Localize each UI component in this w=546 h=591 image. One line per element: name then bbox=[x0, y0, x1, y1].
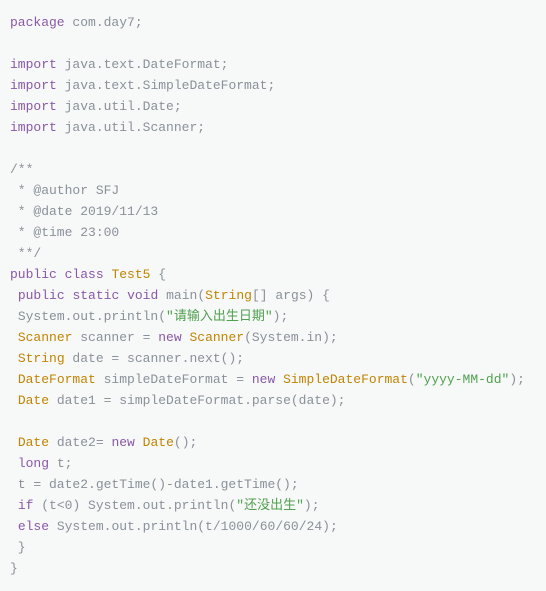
comment-date: * @date 2019/11/13 bbox=[10, 204, 158, 219]
comment-author: * @author SFJ bbox=[10, 183, 119, 198]
line-close-class: } bbox=[10, 561, 18, 576]
line-main-decl: public static void main(String[] args) { bbox=[10, 288, 330, 303]
line-import: import java.util.Date; bbox=[10, 99, 182, 114]
line-date1: Date date1 = simpleDateFormat.parse(date… bbox=[10, 393, 345, 408]
line-class-decl: public class Test5 { bbox=[10, 267, 166, 282]
code-block: package com.day7; import java.text.DateF… bbox=[10, 12, 536, 579]
line-close-main: } bbox=[10, 540, 26, 555]
line-import: import java.util.Scanner; bbox=[10, 120, 205, 135]
comment-time: * @time 23:00 bbox=[10, 225, 119, 240]
line-date2: Date date2= new Date(); bbox=[10, 435, 197, 450]
comment-open: /** bbox=[10, 162, 33, 177]
line-scanner: Scanner scanner = new Scanner(System.in)… bbox=[10, 330, 338, 345]
comment-close: **/ bbox=[10, 246, 41, 261]
line-long-t: long t; bbox=[10, 456, 72, 471]
line-package: package com.day7; bbox=[10, 15, 143, 30]
line-else: else System.out.println(t/1000/60/60/24)… bbox=[10, 519, 338, 534]
line-if: if (t<0) System.out.println("还没出生"); bbox=[10, 498, 320, 513]
line-import: import java.text.DateFormat; bbox=[10, 57, 228, 72]
line-dateformat: DateFormat simpleDateFormat = new Simple… bbox=[10, 372, 525, 387]
line-println: System.out.println("请输入出生日期"); bbox=[10, 309, 288, 324]
line-string-date: String date = scanner.next(); bbox=[10, 351, 244, 366]
line-import: import java.text.SimpleDateFormat; bbox=[10, 78, 275, 93]
line-t-assign: t = date2.getTime()-date1.getTime(); bbox=[10, 477, 299, 492]
